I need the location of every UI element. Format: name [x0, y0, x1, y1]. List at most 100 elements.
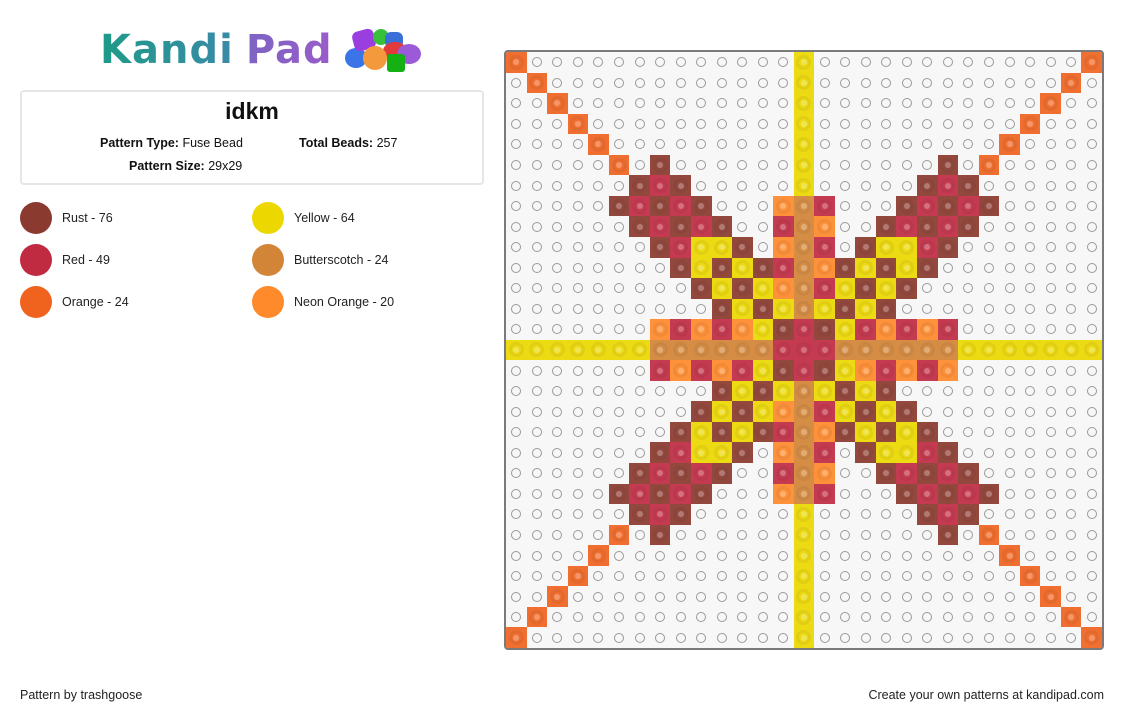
empty-peg	[1020, 586, 1041, 607]
empty-peg	[1061, 525, 1082, 546]
bead-yellow	[711, 236, 733, 258]
kandipad-promo-link[interactable]: Create your own patterns at kandipad.com	[868, 688, 1104, 702]
bead-rust	[896, 195, 918, 217]
empty-peg	[855, 586, 876, 607]
empty-peg	[855, 607, 876, 628]
bead-yellow	[752, 360, 774, 381]
bead-rust	[670, 216, 691, 237]
empty-peg	[1040, 134, 1061, 155]
bead-yellow	[793, 606, 815, 628]
empty-peg	[773, 525, 794, 546]
bead-rust	[834, 421, 856, 443]
bead-butterscotch	[690, 339, 712, 361]
empty-peg	[588, 52, 609, 73]
empty-peg	[979, 627, 1000, 648]
empty-peg	[1081, 216, 1102, 237]
empty-peg	[938, 73, 959, 94]
bead-grid	[506, 52, 1102, 648]
empty-peg	[938, 52, 959, 73]
legend-label: Neon Orange - 20	[294, 295, 395, 309]
empty-peg	[712, 114, 733, 135]
empty-peg	[588, 216, 609, 237]
bead-yellow	[732, 298, 753, 320]
empty-peg	[835, 52, 856, 73]
empty-peg	[958, 525, 979, 546]
empty-peg	[855, 627, 876, 648]
empty-peg	[958, 545, 979, 566]
bead-neon-orange	[773, 195, 794, 217]
empty-peg	[1020, 258, 1041, 279]
empty-peg	[938, 114, 959, 135]
bead-yellow	[588, 339, 609, 361]
bead-rust	[608, 483, 630, 505]
empty-peg	[588, 484, 609, 505]
empty-peg	[527, 299, 548, 320]
empty-peg	[547, 607, 568, 628]
bead-red	[896, 216, 918, 237]
empty-peg	[527, 196, 548, 217]
bead-red	[649, 504, 671, 525]
bead-red	[649, 360, 671, 381]
bead-orange	[999, 134, 1020, 155]
bead-rust	[896, 278, 918, 299]
empty-peg	[1040, 175, 1061, 196]
empty-peg	[1061, 93, 1082, 114]
empty-peg	[670, 607, 691, 628]
empty-peg	[650, 134, 671, 155]
bead-butterscotch	[793, 257, 815, 279]
empty-peg	[835, 627, 856, 648]
empty-peg	[1040, 401, 1061, 422]
empty-peg	[979, 73, 1000, 94]
empty-peg	[958, 114, 979, 135]
bead-butterscotch	[711, 339, 733, 361]
empty-peg	[609, 93, 630, 114]
empty-peg	[568, 237, 589, 258]
bead-red	[814, 278, 835, 299]
kandi-pad-logo[interactable]: Kandi Pad	[100, 26, 423, 74]
empty-peg	[506, 586, 527, 607]
empty-peg	[958, 607, 979, 628]
empty-peg	[876, 525, 897, 546]
empty-peg	[773, 155, 794, 176]
bead-rust	[814, 319, 835, 340]
empty-peg	[999, 525, 1020, 546]
bead-neon-orange	[814, 463, 835, 484]
empty-peg	[1081, 155, 1102, 176]
empty-peg	[1040, 442, 1061, 463]
bead-yellow	[506, 339, 527, 361]
bead-butterscotch	[793, 380, 815, 402]
empty-peg	[1061, 52, 1082, 73]
legend-item-yellow: Yellow - 64	[252, 202, 355, 234]
empty-peg	[609, 114, 630, 135]
bead-yellow	[1019, 339, 1041, 361]
empty-peg	[547, 216, 568, 237]
empty-peg	[1061, 299, 1082, 320]
bead-orange	[1040, 586, 1061, 607]
empty-peg	[650, 381, 671, 402]
empty-peg	[938, 545, 959, 566]
empty-peg	[712, 484, 733, 505]
bead-neon-orange	[937, 360, 959, 381]
pattern-type-value: Fuse Bead	[182, 136, 243, 150]
bead-orange	[506, 52, 527, 73]
legend-item-neon-orange: Neon Orange - 20	[252, 286, 394, 318]
bead-rust	[917, 216, 938, 237]
empty-peg	[835, 93, 856, 114]
empty-peg	[999, 360, 1020, 381]
bead-red	[793, 319, 815, 340]
bead-red	[793, 360, 815, 381]
empty-peg	[773, 607, 794, 628]
pattern-type: Pattern Type: Fuse Bead	[100, 136, 243, 150]
empty-peg	[876, 73, 897, 94]
empty-peg	[568, 504, 589, 525]
empty-peg	[938, 586, 959, 607]
empty-peg	[876, 175, 897, 196]
bead-orange	[1081, 627, 1102, 648]
empty-peg	[568, 525, 589, 546]
empty-peg	[1061, 134, 1082, 155]
empty-peg	[1040, 607, 1061, 628]
bead-yellow	[793, 72, 815, 94]
empty-peg	[506, 566, 527, 587]
empty-peg	[568, 216, 589, 237]
bead-yellow	[875, 401, 897, 422]
